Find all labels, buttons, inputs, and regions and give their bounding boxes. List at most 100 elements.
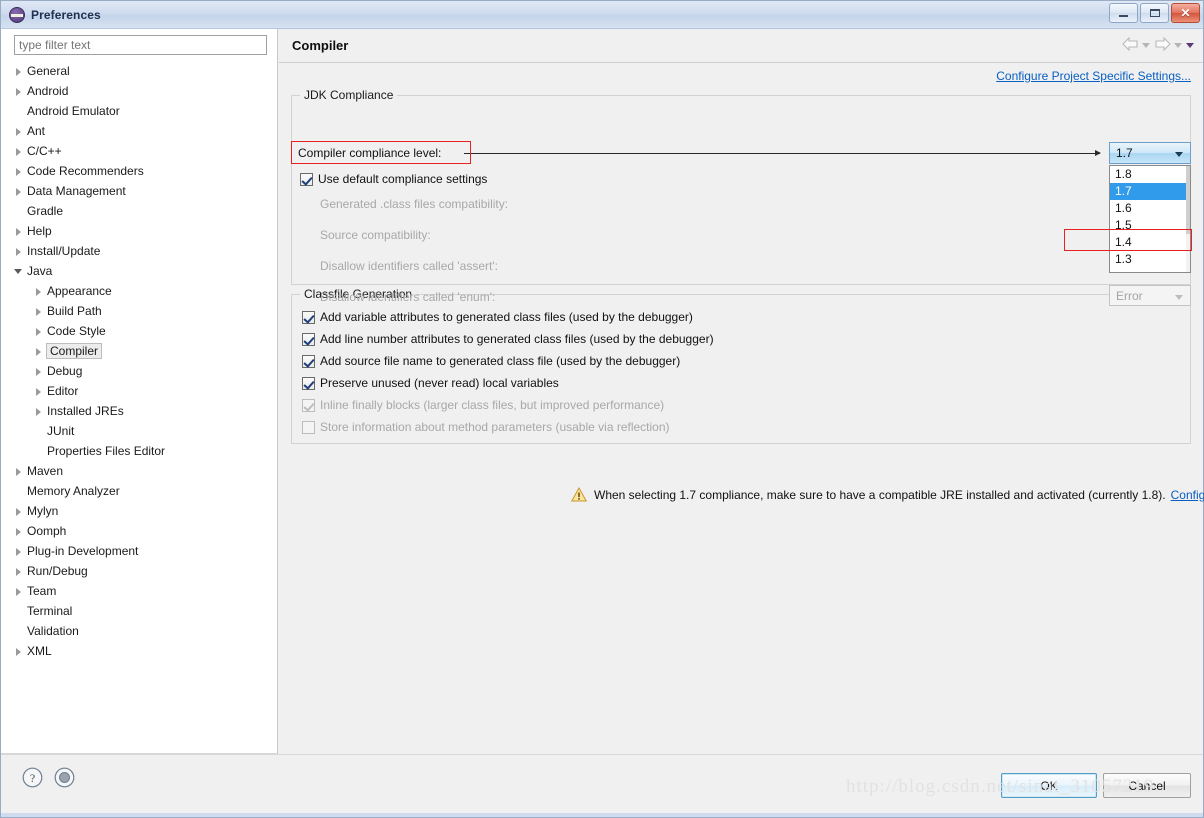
sidebar-item-code-recommenders[interactable]: Code Recommenders — [1, 161, 277, 181]
sidebar-item-compiler[interactable]: Compiler — [1, 341, 277, 361]
sidebar-item-oomph[interactable]: Oomph — [1, 521, 277, 541]
sidebar-item-memory-analyzer[interactable]: Memory Analyzer — [1, 481, 277, 501]
twisty-collapsed-icon[interactable] — [13, 66, 24, 77]
compliance-option-1-6[interactable]: 1.6 — [1110, 200, 1190, 217]
sidebar-item-gradle[interactable]: Gradle — [1, 201, 277, 221]
sidebar-item-xml[interactable]: XML — [1, 641, 277, 661]
forward-history-caret-icon[interactable] — [1174, 38, 1183, 52]
twisty-collapsed-icon[interactable] — [13, 646, 24, 657]
twisty-placeholder — [13, 486, 24, 497]
back-arrow-icon[interactable] — [1122, 37, 1139, 52]
twisty-collapsed-icon[interactable] — [13, 246, 24, 257]
sidebar-item-c-c[interactable]: C/C++ — [1, 141, 277, 161]
twisty-collapsed-icon[interactable] — [13, 146, 24, 157]
sidebar-item-label: XML — [27, 644, 52, 658]
twisty-placeholder — [13, 206, 24, 217]
close-button[interactable]: ✕ — [1171, 3, 1200, 23]
twisty-collapsed-icon[interactable] — [13, 186, 24, 197]
filter-input[interactable] — [14, 35, 267, 55]
classfile-option-row[interactable]: Preserve unused (never read) local varia… — [302, 376, 559, 390]
navigation-circle-icon[interactable] — [54, 767, 75, 788]
dropdown-scrollbar[interactable] — [1186, 166, 1190, 272]
classfile-option-row[interactable]: Add variable attributes to generated cla… — [302, 310, 693, 324]
twisty-collapsed-icon[interactable] — [33, 366, 44, 377]
configure-project-specific-settings-link[interactable]: Configure Project Specific Settings... — [996, 69, 1191, 83]
sidebar-item-maven[interactable]: Maven — [1, 461, 277, 481]
configure-jre-link[interactable]: Configure... — [1171, 488, 1204, 502]
twisty-collapsed-icon[interactable] — [13, 166, 24, 177]
sidebar-item-plug-in-development[interactable]: Plug-in Development — [1, 541, 277, 561]
compliance-level-dropdown-list[interactable]: 1.8 1.7 1.6 1.5 1.4 1.3 — [1109, 165, 1191, 273]
sidebar-item-junit[interactable]: JUnit — [1, 421, 277, 441]
classfile-option-label: Store information about method parameter… — [320, 420, 670, 434]
compliance-option-1-7[interactable]: 1.7 — [1110, 183, 1190, 200]
twisty-collapsed-icon[interactable] — [33, 286, 44, 297]
sidebar-item-data-management[interactable]: Data Management — [1, 181, 277, 201]
compliance-option-1-5[interactable]: 1.5 — [1110, 217, 1190, 234]
twisty-collapsed-icon[interactable] — [13, 526, 24, 537]
compliance-option-1-8[interactable]: 1.8 — [1110, 166, 1190, 183]
view-menu-caret-icon[interactable] — [1186, 38, 1195, 52]
forward-arrow-icon[interactable] — [1154, 37, 1171, 52]
compiler-compliance-level-combo[interactable]: 1.7 — [1109, 142, 1191, 164]
twisty-collapsed-icon[interactable] — [13, 126, 24, 137]
compliance-option-1-4[interactable]: 1.4 — [1110, 234, 1190, 251]
sidebar-item-terminal[interactable]: Terminal — [1, 601, 277, 621]
twisty-collapsed-icon[interactable] — [33, 346, 44, 357]
classfile-option-row[interactable]: Add line number attributes to generated … — [302, 332, 714, 346]
compliance-sub-option-label: Generated .class files compatibility: — [320, 197, 509, 211]
ok-button[interactable]: OK — [1001, 773, 1097, 798]
sidebar-item-android[interactable]: Android — [1, 81, 277, 101]
sidebar-item-installed-jres[interactable]: Installed JREs — [1, 401, 277, 421]
twisty-collapsed-icon[interactable] — [33, 386, 44, 397]
sidebar-item-label: Android — [27, 84, 69, 98]
twisty-collapsed-icon[interactable] — [13, 586, 24, 597]
classfile-option-label: Inline finally blocks (larger class file… — [320, 398, 665, 412]
sidebar-item-label: Oomph — [27, 524, 67, 538]
sidebar-item-team[interactable]: Team — [1, 581, 277, 601]
ok-label: OK — [1040, 778, 1058, 793]
twisty-placeholder — [13, 606, 24, 617]
checkbox-icon — [302, 354, 315, 368]
maximize-button[interactable] — [1140, 3, 1169, 23]
use-default-compliance-checkbox[interactable]: Use default compliance settings — [300, 172, 487, 186]
twisty-collapsed-icon[interactable] — [13, 466, 24, 477]
sidebar-item-build-path[interactable]: Build Path — [1, 301, 277, 321]
sidebar-item-editor[interactable]: Editor — [1, 381, 277, 401]
twisty-collapsed-icon[interactable] — [13, 226, 24, 237]
cancel-button[interactable]: Cancel — [1103, 773, 1191, 798]
sidebar-item-general[interactable]: General — [1, 61, 277, 81]
checkbox-icon — [302, 420, 315, 434]
compliance-label-text: Compiler compliance level: — [298, 146, 442, 160]
sidebar-item-validation[interactable]: Validation — [1, 621, 277, 641]
twisty-collapsed-icon[interactable] — [13, 566, 24, 577]
twisty-collapsed-icon[interactable] — [13, 86, 24, 97]
sidebar-item-run-debug[interactable]: Run/Debug — [1, 561, 277, 581]
sidebar-item-android-emulator[interactable]: Android Emulator — [1, 101, 277, 121]
twisty-collapsed-icon[interactable] — [33, 406, 44, 417]
classfile-option-row[interactable]: Add source file name to generated class … — [302, 354, 680, 368]
sidebar-item-properties-files-editor[interactable]: Properties Files Editor — [1, 441, 277, 461]
twisty-collapsed-icon[interactable] — [13, 506, 24, 517]
close-icon: ✕ — [1180, 6, 1191, 20]
minimize-button[interactable] — [1109, 3, 1138, 23]
back-history-caret-icon[interactable] — [1142, 38, 1151, 52]
twisty-collapsed-icon[interactable] — [33, 326, 44, 337]
sidebar-item-label: Code Style — [47, 324, 106, 338]
sidebar-item-java[interactable]: Java — [1, 261, 277, 281]
sidebar-item-label: Debug — [47, 364, 83, 378]
preferences-tree[interactable]: General Android Android Emulator Ant C/C++ Co… — [1, 61, 277, 753]
compliance-option-1-3[interactable]: 1.3 — [1110, 251, 1190, 268]
sidebar-item-mylyn[interactable]: Mylyn — [1, 501, 277, 521]
help-question-icon[interactable]: ? — [22, 767, 43, 788]
twisty-expanded-icon[interactable] — [13, 266, 24, 277]
svg-text:?: ? — [30, 771, 35, 785]
twisty-collapsed-icon[interactable] — [13, 546, 24, 557]
sidebar-item-ant[interactable]: Ant — [1, 121, 277, 141]
sidebar-item-debug[interactable]: Debug — [1, 361, 277, 381]
sidebar-item-appearance[interactable]: Appearance — [1, 281, 277, 301]
sidebar-item-help[interactable]: Help — [1, 221, 277, 241]
twisty-collapsed-icon[interactable] — [33, 306, 44, 317]
sidebar-item-code-style[interactable]: Code Style — [1, 321, 277, 341]
sidebar-item-install-update[interactable]: Install/Update — [1, 241, 277, 261]
